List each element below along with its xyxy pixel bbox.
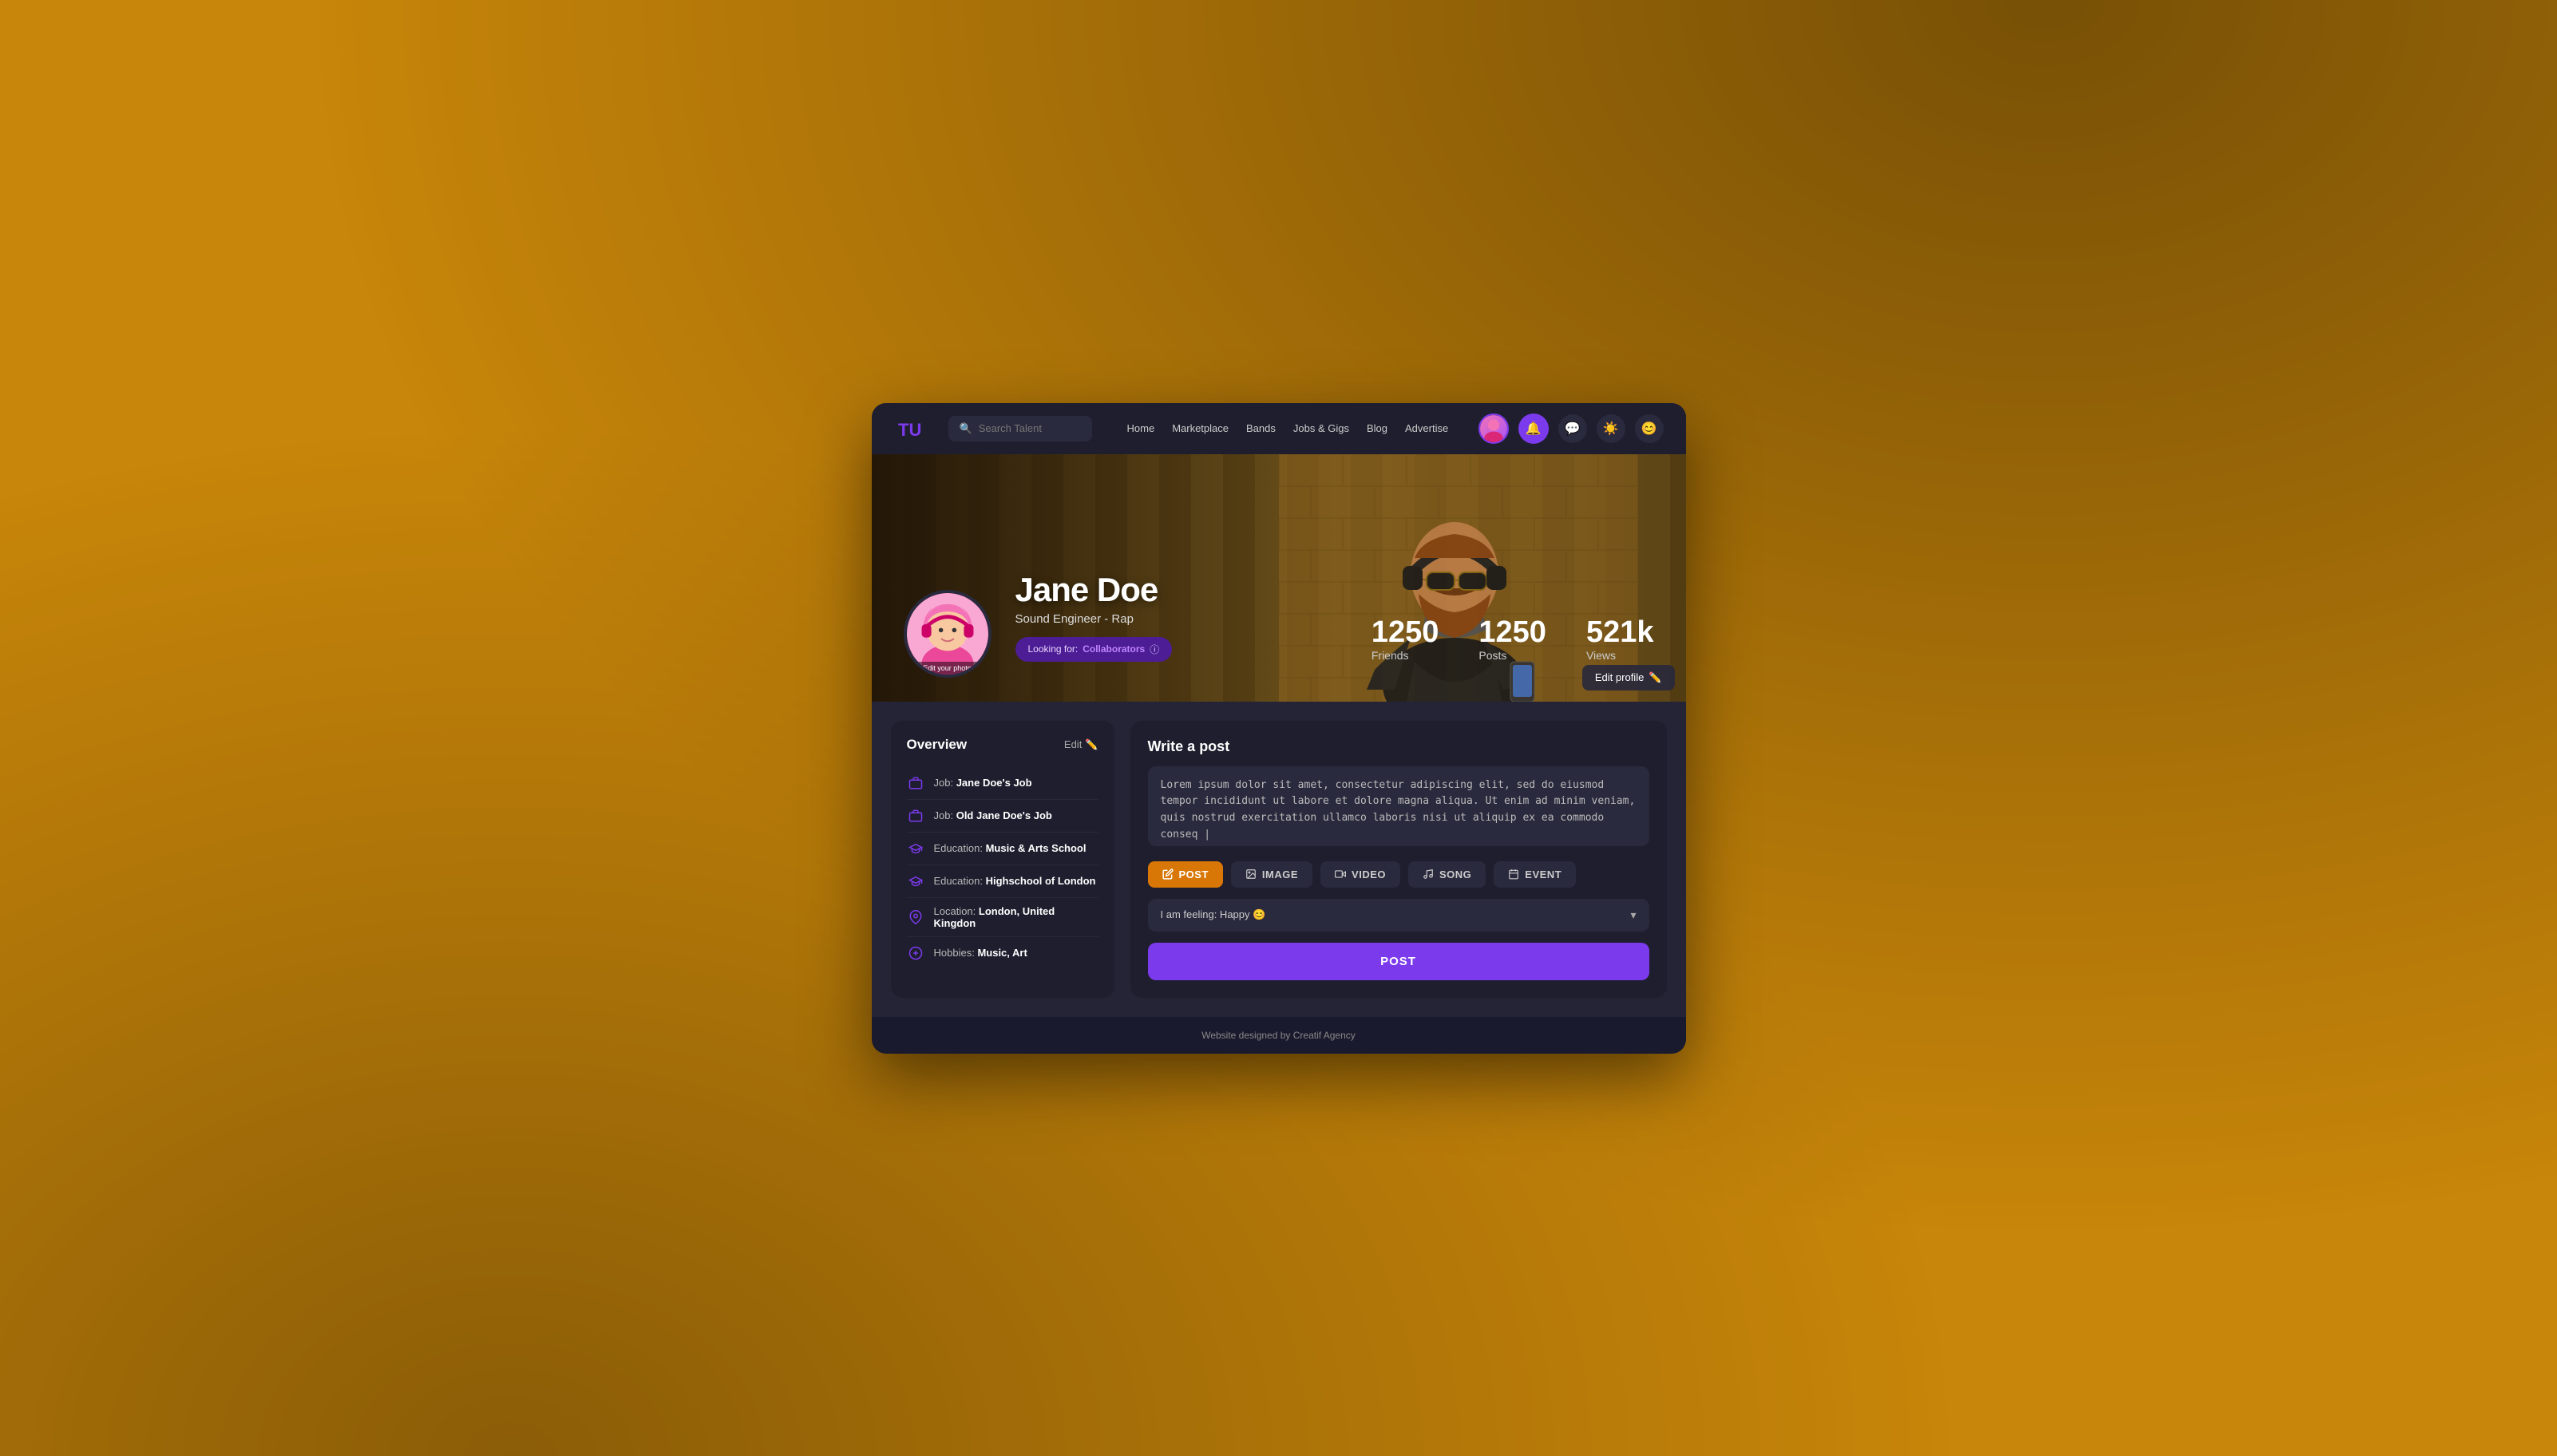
bell-icon: 🔔 [1526, 421, 1542, 437]
post-panel: Write a post Lorem ipsum dolor sit amet,… [1130, 721, 1667, 998]
post-textarea[interactable]: Lorem ipsum dolor sit amet, consectetur … [1148, 766, 1649, 846]
nav-link-marketplace[interactable]: Marketplace [1172, 422, 1229, 434]
messages-button[interactable]: 💬 [1558, 414, 1587, 443]
post-type-song-button[interactable]: SONG [1408, 861, 1486, 888]
footer-text: Website designed by Creatif Agency [1201, 1030, 1356, 1041]
looking-for-value: Collaborators [1083, 643, 1145, 655]
search-icon: 🔍 [960, 422, 972, 435]
navbar: TU 🔍 Home Marketplace Bands Jobs & Gigs … [872, 403, 1686, 454]
profile-avatar[interactable]: Edit your photo [904, 590, 992, 678]
edit-photo-label[interactable]: Edit your photo [907, 662, 988, 675]
overview-item-edu1: Education: Music & Arts School [907, 833, 1098, 865]
info-icon: ⓘ [1150, 643, 1159, 656]
briefcase-icon-2 [907, 807, 924, 825]
post-btn-label: POST [1179, 868, 1209, 880]
location-text: Location: London, United Kingdon [934, 905, 1098, 929]
hero-person-illustration [1279, 454, 1638, 702]
nav-actions: 🔔 💬 ☀️ 😊 [1478, 413, 1664, 444]
overview-item-edu2: Education: Highschool of London [907, 865, 1098, 898]
overview-item-hobbies: Hobbies: Music, Art [907, 937, 1098, 969]
hobbies-text: Hobbies: Music, Art [934, 947, 1027, 959]
overview-edit-button[interactable]: Edit ✏️ [1064, 738, 1098, 751]
profile-avatar-wrapper: Edit your photo [904, 590, 992, 678]
sun-icon: ☀️ [1603, 421, 1619, 437]
views-count: 521k [1586, 617, 1654, 647]
logo: TU [894, 413, 924, 444]
search-bar[interactable]: 🔍 [948, 416, 1092, 441]
profile-title: Sound Engineer - Rap [1015, 612, 1173, 626]
job2-text: Job: Old Jane Doe's Job [934, 809, 1052, 821]
image-btn-label: IMAGE [1262, 868, 1298, 880]
profile-stats: 1250 Friends 1250 Posts 521k Views [1372, 617, 1654, 662]
video-btn-label: VIDEO [1352, 868, 1386, 880]
nav-links: Home Marketplace Bands Jobs & Gigs Blog … [1127, 422, 1463, 434]
overview-item-job1: Job: Jane Doe's Job [907, 767, 1098, 800]
theme-button[interactable]: ☀️ [1597, 414, 1625, 443]
friends-count: 1250 [1372, 617, 1439, 647]
posts-count: 1250 [1478, 617, 1546, 647]
post-submit-label: POST [1380, 955, 1416, 968]
main-content: Overview Edit ✏️ Job: Jane Doe's [872, 702, 1686, 1017]
feeling-row[interactable]: I am feeling: Happy 😊 ▾ [1148, 899, 1649, 932]
nav-link-blog[interactable]: Blog [1367, 422, 1387, 434]
notification-button[interactable]: 🔔 [1518, 413, 1549, 444]
map-pin-icon [907, 908, 924, 926]
user-avatar[interactable] [1478, 413, 1509, 444]
footer: Website designed by Creatif Agency [872, 1017, 1686, 1054]
edu2-text: Education: Highschool of London [934, 875, 1096, 887]
looking-for-badge[interactable]: Looking for: Collaborators ⓘ [1015, 637, 1173, 662]
nav-link-home[interactable]: Home [1127, 422, 1155, 434]
overview-item-job2: Job: Old Jane Doe's Job [907, 800, 1098, 833]
posts-label: Posts [1478, 649, 1506, 662]
event-btn-label: EVENT [1525, 868, 1562, 880]
heart-icon [907, 944, 924, 962]
song-btn-label: SONG [1439, 868, 1471, 880]
chevron-down-icon: ▾ [1630, 908, 1636, 922]
hero-banner: Edit your photo Jane Doe Sound Engineer … [872, 454, 1686, 702]
post-type-post-button[interactable]: POST [1148, 861, 1223, 888]
edit-profile-button[interactable]: Edit profile ✏️ [1582, 665, 1675, 690]
post-type-image-button[interactable]: IMAGE [1231, 861, 1312, 888]
stat-views: 521k Views [1586, 617, 1654, 662]
edit-icon: ✏️ [1649, 671, 1661, 684]
briefcase-icon-1 [907, 774, 924, 792]
post-type-video-button[interactable]: VIDEO [1320, 861, 1400, 888]
profile-name: Jane Doe [1015, 571, 1173, 609]
stat-friends: 1250 Friends [1372, 617, 1439, 662]
svg-text:TU: TU [898, 420, 921, 440]
post-type-event-button[interactable]: EVENT [1494, 861, 1576, 888]
stat-posts: 1250 Posts [1478, 617, 1546, 662]
graduation-cap-icon-2 [907, 872, 924, 890]
overview-panel: Overview Edit ✏️ Job: Jane Doe's [891, 721, 1114, 998]
job1-text: Job: Jane Doe's Job [934, 777, 1032, 789]
views-label: Views [1586, 649, 1616, 662]
search-input[interactable] [979, 422, 1081, 434]
edit-profile-label: Edit profile [1595, 671, 1644, 683]
post-panel-title: Write a post [1148, 738, 1649, 755]
emoji-icon: 😊 [1641, 421, 1657, 437]
friends-label: Friends [1372, 649, 1409, 662]
post-type-buttons: POST IMAGE VIDEO [1148, 861, 1649, 888]
edu1-text: Education: Music & Arts School [934, 842, 1087, 854]
overview-header: Overview Edit ✏️ [907, 737, 1098, 753]
chat-icon: 💬 [1565, 421, 1581, 437]
nav-link-bands[interactable]: Bands [1246, 422, 1276, 434]
feeling-text: I am feeling: Happy 😊 [1161, 908, 1266, 921]
nav-link-jobs[interactable]: Jobs & Gigs [1293, 422, 1349, 434]
hero-content: Jane Doe Sound Engineer - Rap Looking fo… [1015, 571, 1173, 662]
pencil-icon: ✏️ [1085, 738, 1098, 751]
overview-item-location: Location: London, United Kingdon [907, 898, 1098, 937]
emoji-button[interactable]: 😊 [1635, 414, 1664, 443]
post-submit-button[interactable]: POST [1148, 943, 1649, 980]
looking-for-text: Looking for: [1028, 643, 1079, 655]
avatar-image [1480, 415, 1507, 442]
overview-title: Overview [907, 737, 968, 753]
app-window: TU 🔍 Home Marketplace Bands Jobs & Gigs … [872, 403, 1686, 1054]
nav-link-advertise[interactable]: Advertise [1405, 422, 1448, 434]
graduation-cap-icon-1 [907, 840, 924, 857]
